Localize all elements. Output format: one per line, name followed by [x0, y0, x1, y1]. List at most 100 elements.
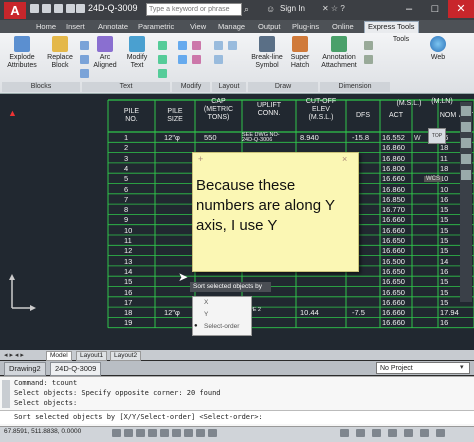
- table-cell: 13: [124, 256, 133, 266]
- text-tool-icon[interactable]: [158, 69, 167, 78]
- application-menu-button[interactable]: A: [4, 2, 26, 19]
- table-cell: 16: [124, 287, 133, 297]
- group-draw[interactable]: Draw: [248, 82, 318, 92]
- tab-manage[interactable]: Manage: [218, 22, 245, 33]
- sort-option-x[interactable]: X: [204, 299, 208, 306]
- search-icon[interactable]: ⌕: [244, 4, 254, 14]
- new-file-icon[interactable]: [30, 4, 39, 13]
- tools-button[interactable]: Tools: [388, 36, 414, 44]
- viewcube[interactable]: TOP: [424, 126, 448, 148]
- file-tab-drawing2[interactable]: Drawing2: [4, 362, 46, 376]
- block-tool-icon[interactable]: [80, 55, 89, 64]
- group-blocks[interactable]: Blocks: [2, 82, 80, 92]
- note-add-icon[interactable]: +: [198, 154, 203, 164]
- osnap-icon[interactable]: [160, 429, 169, 437]
- break-line-symbol-button[interactable]: Break-line Symbol: [250, 36, 284, 70]
- dyn-icon[interactable]: [196, 429, 205, 437]
- table-header-cell: NOM: [439, 112, 457, 119]
- file-tab-24d-q-3009[interactable]: 24D-Q-3009: [50, 362, 102, 376]
- tab-output[interactable]: Output: [258, 22, 281, 33]
- ducs-icon[interactable]: [184, 429, 193, 437]
- tab-layout2[interactable]: Layout2: [110, 351, 142, 361]
- undo-icon[interactable]: [66, 4, 75, 13]
- table-header-cell: PILE NO.: [123, 108, 140, 123]
- tab-insert[interactable]: Insert: [66, 22, 85, 33]
- command-history-line: Select objects: Specify opposite corner:…: [14, 389, 221, 397]
- otrack-icon[interactable]: [172, 429, 181, 437]
- clean-screen-icon[interactable]: [436, 429, 445, 437]
- super-hatch-button[interactable]: Super Hatch: [286, 36, 314, 70]
- modify-tool-icon[interactable]: [178, 41, 187, 50]
- modify-tool-icon[interactable]: [178, 55, 187, 64]
- tab-model[interactable]: Model: [46, 351, 72, 361]
- text-tool-icon[interactable]: [158, 41, 167, 50]
- isolate-icon[interactable]: [420, 429, 429, 437]
- group-text[interactable]: Text: [82, 82, 170, 92]
- project-dropdown[interactable]: No Project: [376, 362, 470, 374]
- viewcube-top-face[interactable]: TOP: [428, 128, 446, 144]
- open-file-icon[interactable]: [42, 4, 51, 13]
- maximize-button[interactable]: □: [422, 0, 448, 18]
- text-tool-icon[interactable]: [158, 55, 167, 64]
- wcs-menu[interactable]: WCS: [424, 176, 442, 182]
- layout-tool-icon[interactable]: [214, 41, 223, 50]
- dimension-tool-icon[interactable]: [364, 41, 373, 50]
- lineweight-icon[interactable]: [208, 429, 217, 437]
- table-cell: 16.860: [382, 184, 405, 194]
- group-modify[interactable]: Modify: [172, 82, 210, 92]
- grid-icon[interactable]: [124, 429, 133, 437]
- steering-wheel-icon[interactable]: [461, 106, 471, 116]
- showmotion-icon[interactable]: [461, 170, 471, 180]
- tab-annotate[interactable]: Annotate: [98, 22, 128, 33]
- dimension-tool-icon[interactable]: [364, 55, 373, 64]
- web-button[interactable]: Web: [424, 36, 452, 62]
- search-input[interactable]: [146, 3, 242, 16]
- replace-block-button[interactable]: Replace Block: [44, 36, 76, 70]
- layout-tool-icon[interactable]: [228, 41, 237, 50]
- model-space-icon[interactable]: [340, 429, 349, 437]
- modify-tool-icon[interactable]: [192, 55, 201, 64]
- tab-view[interactable]: View: [190, 22, 206, 33]
- table-cell: 7: [124, 194, 129, 204]
- workspace-icon[interactable]: [372, 429, 381, 437]
- exchange-icon[interactable]: ✕ ☆ ?: [322, 4, 345, 13]
- polar-icon[interactable]: [148, 429, 157, 437]
- save-icon[interactable]: [54, 4, 63, 13]
- sign-in-link[interactable]: Sign In: [280, 4, 305, 13]
- redo-icon[interactable]: [76, 4, 85, 13]
- table-cell: 16.660: [382, 215, 405, 225]
- layout-nav-arrows[interactable]: ◂ ▸ ◂ ▸: [4, 351, 24, 359]
- group-layout[interactable]: Layout: [212, 82, 246, 92]
- sort-option-select-order[interactable]: Select-order: [204, 323, 239, 330]
- snap-icon[interactable]: [112, 429, 121, 437]
- annotation-scale-icon[interactable]: [356, 429, 365, 437]
- note-close-icon[interactable]: ×: [342, 154, 347, 164]
- annotation-attachment-button[interactable]: Annotation Attachment: [318, 36, 360, 70]
- block-tool-icon[interactable]: [80, 69, 89, 78]
- table-cell: 16.770: [382, 205, 405, 215]
- coordinates-readout: 67.8591, 511.8838, 0.0000: [4, 428, 82, 435]
- layout-tool-icon[interactable]: [214, 55, 223, 64]
- close-button[interactable]: ✕: [448, 0, 474, 18]
- modify-text-button[interactable]: Modify Text: [122, 36, 152, 70]
- gear-icon[interactable]: [404, 429, 413, 437]
- orbit-icon[interactable]: [461, 154, 471, 164]
- tab-layout1[interactable]: Layout1: [76, 351, 108, 361]
- pan-icon[interactable]: [461, 122, 471, 132]
- chevron-down-icon[interactable]: ▾: [460, 363, 464, 371]
- tab-plug-ins[interactable]: Plug-ins: [292, 22, 319, 33]
- minimize-button[interactable]: –: [396, 0, 422, 18]
- tab-parametric[interactable]: Parametric: [138, 22, 174, 33]
- ortho-icon[interactable]: [136, 429, 145, 437]
- explode-attributes-button[interactable]: Explode Attributes: [4, 36, 40, 70]
- zoom-icon[interactable]: [461, 138, 471, 148]
- block-tool-icon[interactable]: [80, 41, 89, 50]
- arc-aligned-button[interactable]: Arc Aligned: [92, 36, 118, 70]
- modify-tool-icon[interactable]: [192, 41, 201, 50]
- lock-icon[interactable]: [388, 429, 397, 437]
- sort-option-y[interactable]: Y: [204, 311, 208, 318]
- tab-online[interactable]: Online: [332, 22, 354, 33]
- tab-home[interactable]: Home: [36, 22, 56, 33]
- group-dimension[interactable]: Dimension: [320, 82, 390, 92]
- command-window-grip[interactable]: [2, 380, 10, 408]
